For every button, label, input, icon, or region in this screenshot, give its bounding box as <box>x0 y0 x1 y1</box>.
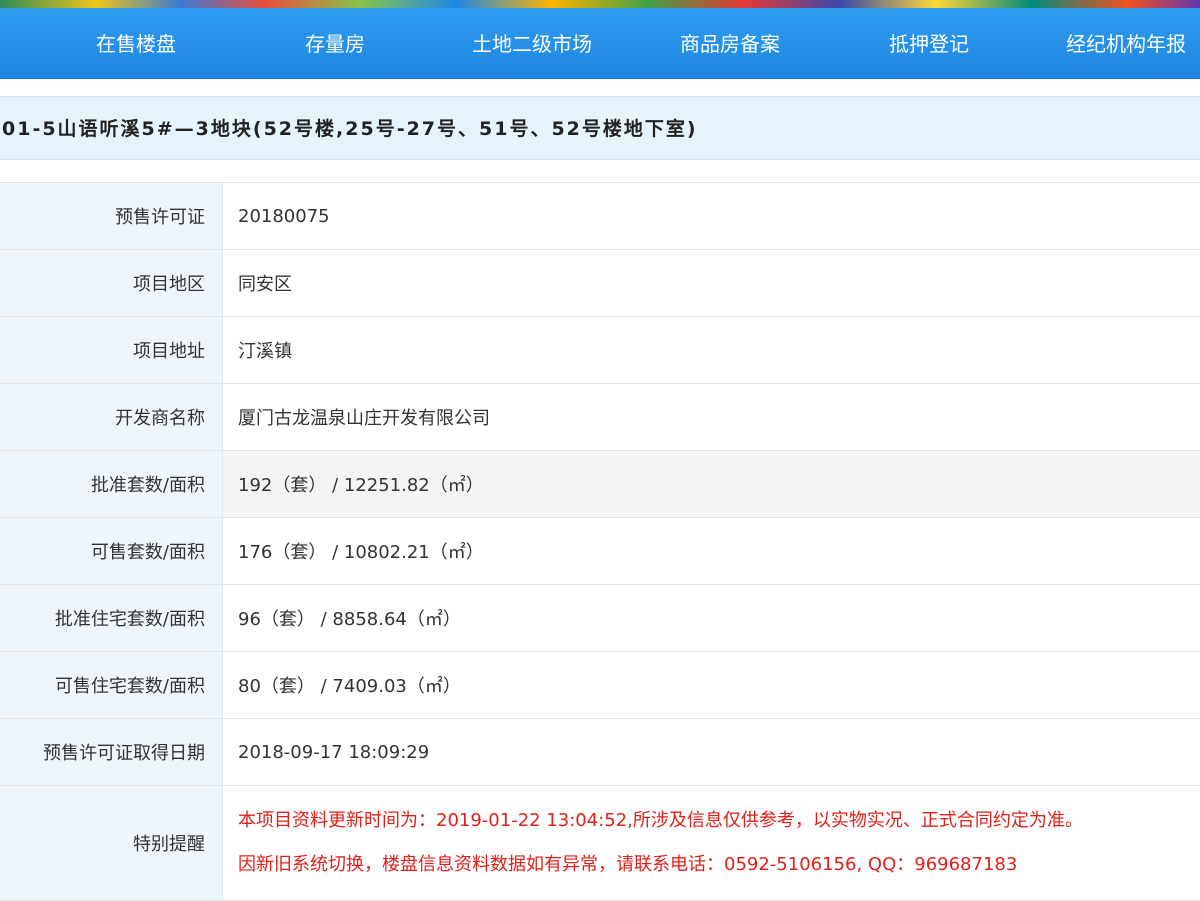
detail-row: 批准套数/面积 192（套） / 12251.82（㎡） <box>0 451 1200 518</box>
nav-item-land-secondary-market[interactable]: 土地二级市场 <box>472 8 592 78</box>
nav-item-agency-annual-report[interactable]: 经纪机构年报 <box>1066 8 1186 78</box>
detail-value-presale-permit: 20180075 <box>223 183 1200 250</box>
detail-label-permit-date: 预售许可证取得日期 <box>0 719 223 786</box>
detail-row: 开发商名称 厦门古龙温泉山庄开发有限公司 <box>0 384 1200 451</box>
detail-value-developer: 厦门古龙温泉山庄开发有限公司 <box>223 384 1200 451</box>
detail-label-available-units-area: 可售套数/面积 <box>0 518 223 585</box>
detail-row: 项目地区 同安区 <box>0 250 1200 317</box>
notice-update-time: 本项目资料更新时间为：2019-01-22 13:04:52,所涉及信息仅供参考… <box>238 807 1200 835</box>
top-banner-strip <box>0 0 1200 8</box>
detail-value-available-units-area: 176（套） / 10802.21（㎡） <box>223 518 1200 585</box>
notice-label: 特别提醒 <box>0 786 223 901</box>
nav-item-for-sale[interactable]: 在售楼盘 <box>96 8 176 78</box>
detail-label-approved-units-area: 批准套数/面积 <box>0 451 223 518</box>
detail-value-approved-residential-units-area: 96（套） / 8858.64（㎡） <box>223 585 1200 652</box>
detail-value-permit-date: 2018-09-17 18:09:29 <box>223 719 1200 786</box>
project-detail-table: 预售许可证 20180075 项目地区 同安区 项目地址 汀溪镇 开发商名称 厦… <box>0 182 1200 901</box>
nav-item-mortgage-registration[interactable]: 抵押登记 <box>889 8 969 78</box>
top-navigation-bar: 在售楼盘 存量房 土地二级市场 商品房备案 抵押登记 经纪机构年报 <box>0 8 1200 79</box>
detail-value-address: 汀溪镇 <box>223 317 1200 384</box>
detail-label-address: 项目地址 <box>0 317 223 384</box>
detail-label-region: 项目地区 <box>0 250 223 317</box>
detail-row: 可售套数/面积 176（套） / 10802.21（㎡） <box>0 518 1200 585</box>
detail-label-available-residential-units-area: 可售住宅套数/面积 <box>0 652 223 719</box>
detail-label-presale-permit: 预售许可证 <box>0 183 223 250</box>
detail-row: 预售许可证 20180075 <box>0 183 1200 250</box>
notice-content: 本项目资料更新时间为：2019-01-22 13:04:52,所涉及信息仅供参考… <box>223 786 1200 901</box>
detail-label-approved-residential-units-area: 批准住宅套数/面积 <box>0 585 223 652</box>
nav-item-existing-housing[interactable]: 存量房 <box>305 8 365 78</box>
project-title-bar: 01-5山语听溪5#—3地块(52号楼,25号-27号、51号、52号楼地下室) <box>0 96 1200 160</box>
detail-row: 项目地址 汀溪镇 <box>0 317 1200 384</box>
detail-row: 可售住宅套数/面积 80（套） / 7409.03（㎡） <box>0 652 1200 719</box>
detail-label-developer: 开发商名称 <box>0 384 223 451</box>
notice-row: 特别提醒 本项目资料更新时间为：2019-01-22 13:04:52,所涉及信… <box>0 786 1200 901</box>
detail-value-region: 同安区 <box>223 250 1200 317</box>
detail-value-available-residential-units-area: 80（套） / 7409.03（㎡） <box>223 652 1200 719</box>
notice-contact-info: 因新旧系统切换，楼盘信息资料数据如有异常，请联系电话：0592-5106156,… <box>238 851 1200 879</box>
project-title: 01-5山语听溪5#—3地块(52号楼,25号-27号、51号、52号楼地下室) <box>2 97 698 159</box>
nav-item-commercial-housing-filing[interactable]: 商品房备案 <box>680 8 780 78</box>
detail-value-approved-units-area: 192（套） / 12251.82（㎡） <box>223 451 1200 518</box>
detail-row: 批准住宅套数/面积 96（套） / 8858.64（㎡） <box>0 585 1200 652</box>
detail-row: 预售许可证取得日期 2018-09-17 18:09:29 <box>0 719 1200 786</box>
